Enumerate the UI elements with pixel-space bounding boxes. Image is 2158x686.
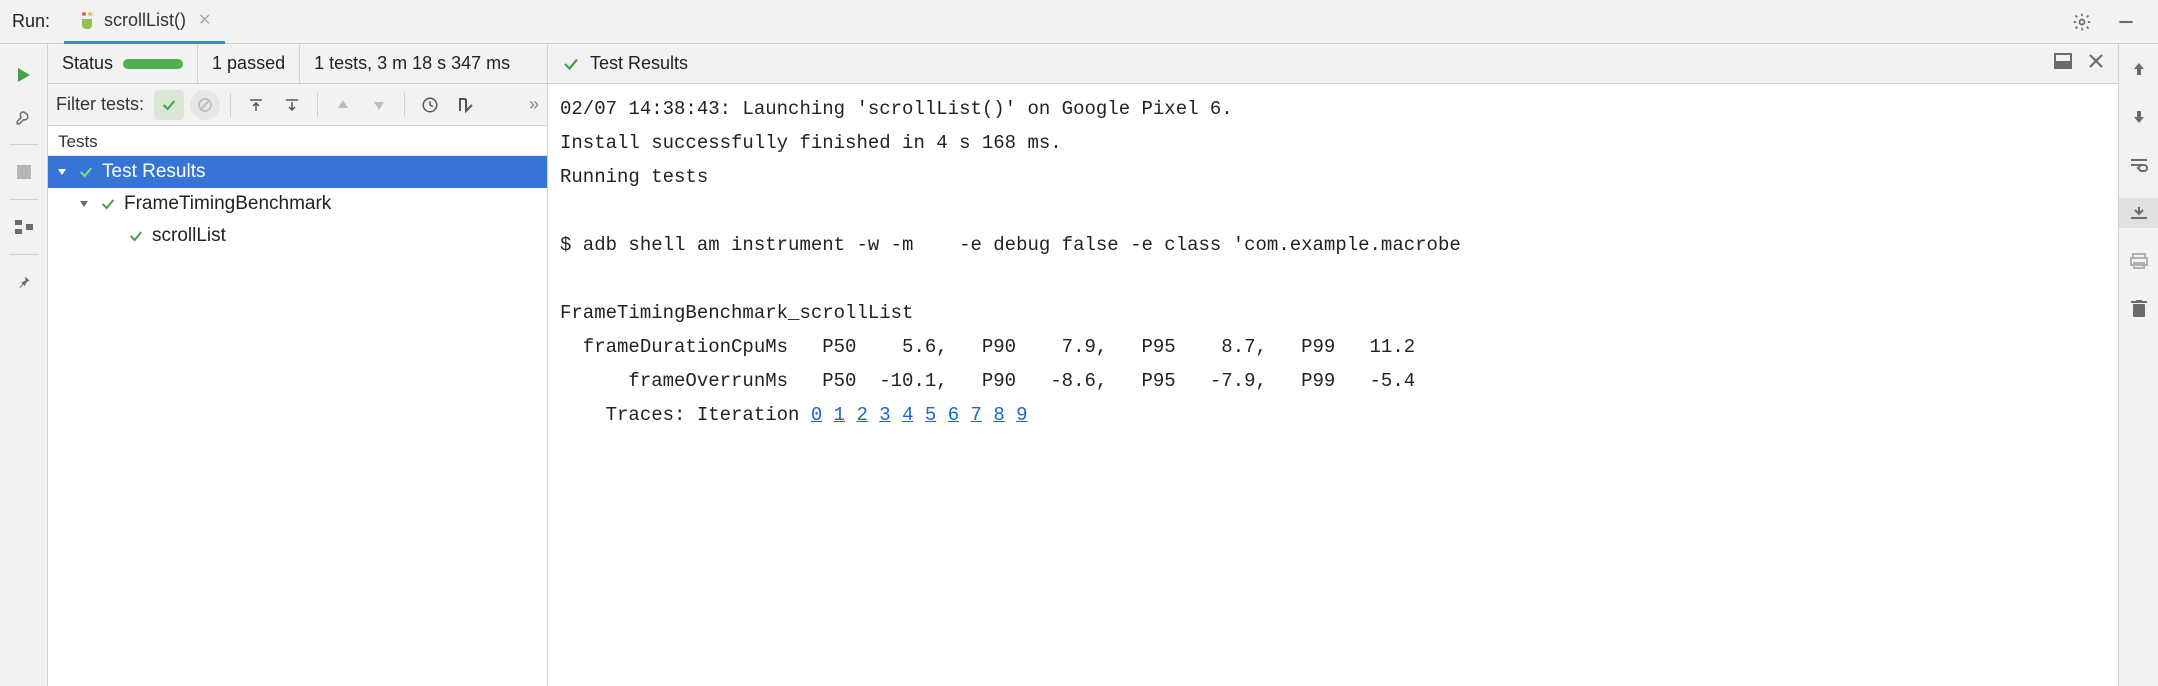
tests-duration: 1 tests, 3 m 18 s 347 ms — [314, 53, 510, 74]
close-icon[interactable]: ✕ — [198, 10, 211, 30]
collapse-all-icon[interactable] — [277, 90, 307, 120]
check-icon — [100, 196, 116, 212]
soft-wrap-icon[interactable] — [2119, 150, 2158, 180]
run-label: Run: — [12, 11, 50, 32]
android-run-icon — [78, 11, 96, 29]
trace-link[interactable]: 8 — [993, 404, 1004, 426]
check-icon — [128, 228, 144, 244]
status-label: Status — [62, 53, 113, 74]
scroll-to-end-icon[interactable] — [2119, 198, 2158, 228]
run-tab[interactable]: scrollList() ✕ — [64, 0, 225, 44]
close-panel-icon[interactable] — [2088, 53, 2104, 74]
pin-icon[interactable] — [0, 261, 48, 303]
chevron-down-icon — [78, 198, 92, 210]
left-toolbar — [0, 44, 48, 686]
trash-icon[interactable] — [2119, 294, 2158, 324]
trace-link[interactable]: 7 — [971, 404, 982, 426]
next-failed-icon[interactable] — [364, 90, 394, 120]
test-tree: Test Results FrameTimingBenchmark — [48, 156, 547, 252]
tree-root-label: Test Results — [102, 161, 205, 183]
stop-button[interactable] — [0, 151, 48, 193]
tree-leaf-label: scrollList — [152, 225, 226, 247]
show-passed-toggle[interactable] — [154, 90, 184, 120]
history-icon[interactable] — [415, 90, 445, 120]
check-icon — [78, 164, 94, 180]
panel-layout-icon[interactable] — [2054, 53, 2072, 74]
filter-toolbar: Filter tests: — [48, 84, 547, 126]
tree-header: Tests — [48, 126, 547, 156]
prev-failed-icon[interactable] — [328, 90, 358, 120]
filter-label: Filter tests: — [56, 94, 144, 115]
passed-count: 1 passed — [212, 53, 285, 74]
run-tab-bar: Run: scrollList() ✕ — [0, 0, 2158, 44]
scroll-up-icon[interactable] — [2119, 54, 2158, 84]
trace-link[interactable]: 3 — [879, 404, 890, 426]
tree-group[interactable]: FrameTimingBenchmark — [48, 188, 547, 220]
trace-link[interactable]: 1 — [834, 404, 845, 426]
right-toolbar — [2118, 44, 2158, 686]
tree-group-label: FrameTimingBenchmark — [124, 193, 331, 215]
status-progress-bar — [123, 59, 183, 69]
show-ignored-toggle[interactable] — [190, 90, 220, 120]
print-icon[interactable] — [2119, 246, 2158, 276]
chevron-down-icon — [56, 166, 70, 178]
console-output[interactable]: 02/07 14:38:43: Launching 'scrollList()'… — [548, 84, 2118, 686]
tree-root[interactable]: Test Results — [48, 156, 547, 188]
expand-all-icon[interactable] — [241, 90, 271, 120]
import-results-icon[interactable] — [451, 90, 481, 120]
results-title: Test Results — [590, 53, 688, 74]
trace-link[interactable]: 2 — [856, 404, 867, 426]
trace-link[interactable]: 0 — [811, 404, 822, 426]
trace-link[interactable]: 9 — [1016, 404, 1027, 426]
layout-icon[interactable] — [0, 206, 48, 248]
gear-icon[interactable] — [2072, 12, 2092, 32]
status-bar: Status 1 passed 1 tests, 3 m 18 s 347 ms… — [48, 44, 2118, 84]
wrench-icon[interactable] — [0, 96, 48, 138]
tree-leaf[interactable]: scrollList — [48, 220, 547, 252]
more-icon[interactable]: » — [529, 94, 539, 115]
tab-label: scrollList() — [104, 10, 186, 31]
minimize-icon[interactable] — [2116, 12, 2136, 32]
run-button[interactable] — [0, 54, 48, 96]
scroll-down-icon[interactable] — [2119, 102, 2158, 132]
trace-link[interactable]: 5 — [925, 404, 936, 426]
check-icon — [562, 55, 580, 73]
trace-link[interactable]: 4 — [902, 404, 913, 426]
trace-link[interactable]: 6 — [948, 404, 959, 426]
